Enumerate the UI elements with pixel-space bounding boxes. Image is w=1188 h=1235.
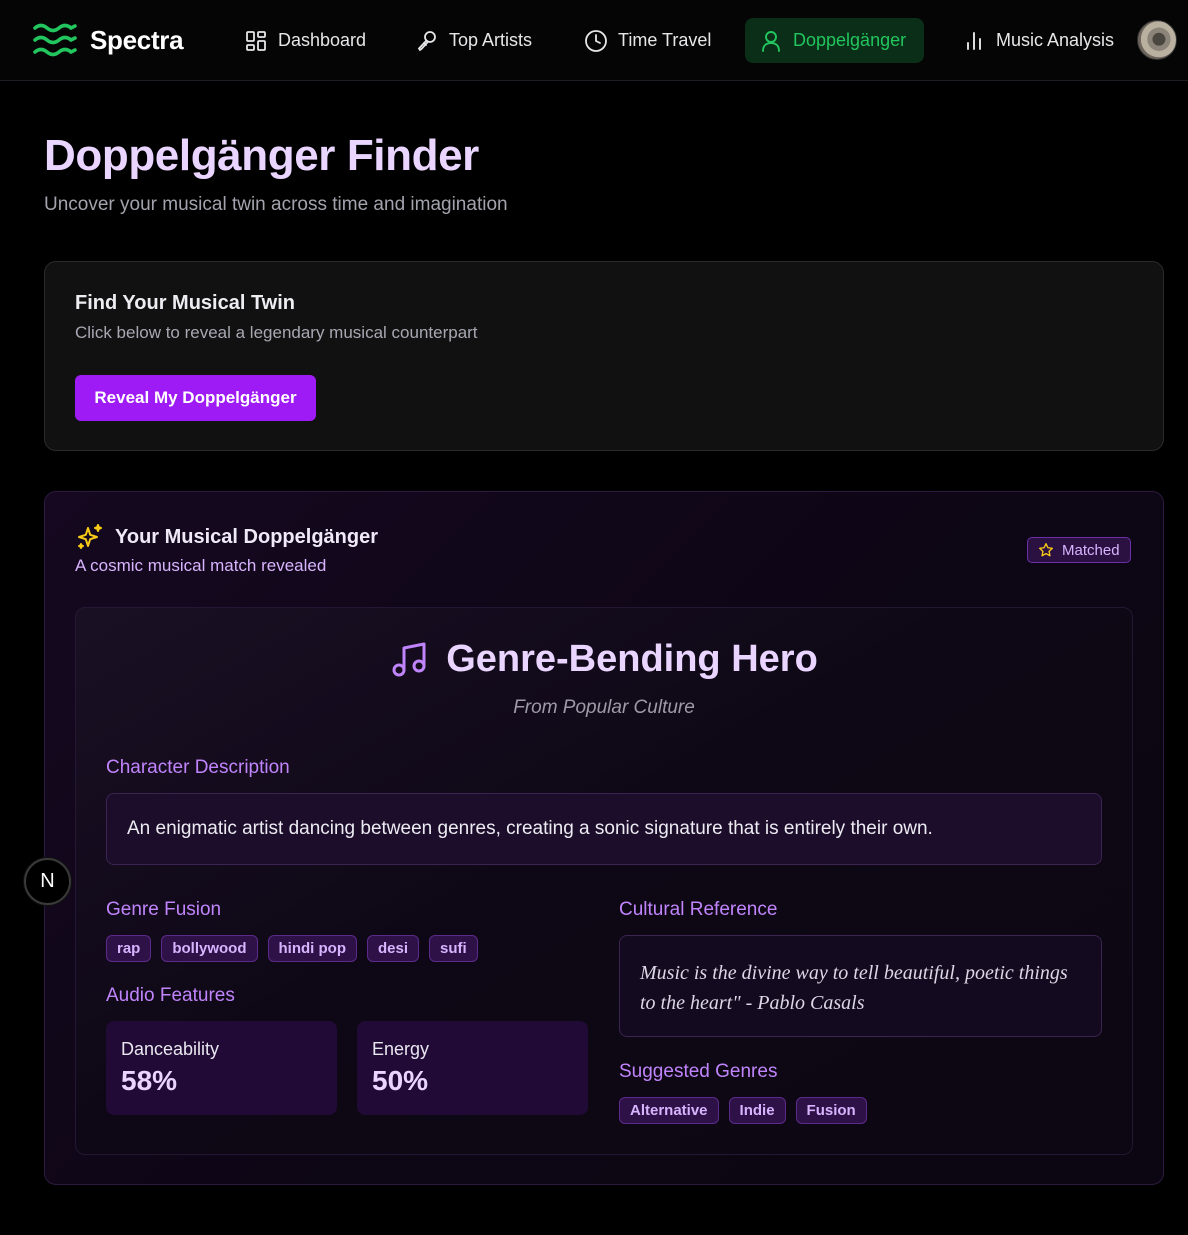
doppelganger-result-card: Your Musical Doppelgänger A cosmic music… (44, 491, 1164, 1185)
suggested-genre-tag: Alternative (619, 1097, 719, 1124)
nav-dashboard[interactable]: Dashboard (230, 18, 380, 63)
brand-name: Spectra (90, 24, 184, 55)
find-twin-description: Click below to reveal a legendary musica… (75, 323, 478, 342)
cultural-reference-label: Cultural Reference (619, 899, 778, 920)
nav-doppelganger[interactable]: Doppelgänger (745, 18, 924, 63)
star-icon (1039, 543, 1053, 557)
genre-fusion-tags: rap bollywood hindi pop desi sufi (106, 935, 478, 962)
nav-time-travel-label: Time Travel (618, 30, 712, 50)
nav-time-travel[interactable]: Time Travel (570, 18, 725, 63)
genre-tag: bollywood (161, 935, 258, 962)
genre-tag: rap (106, 935, 152, 962)
page-subtitle: Uncover your musical twin across time an… (44, 194, 508, 215)
user-avatar[interactable] (1137, 20, 1177, 60)
sparkles-icon (78, 524, 102, 549)
character-origin: From Popular Culture (513, 697, 695, 718)
character-heading: Genre-Bending Hero (76, 638, 1132, 681)
feature-value: 58% (121, 1065, 178, 1096)
result-title: Your Musical Doppelgänger (115, 525, 378, 548)
matched-badge: Matched (1027, 537, 1131, 563)
nav-doppelganger-label: Doppelgänger (793, 30, 907, 50)
audio-features-label: Audio Features (106, 985, 235, 1006)
character-card: Genre-Bending Hero From Popular Culture … (75, 607, 1133, 1155)
microphone-icon (417, 30, 436, 51)
genre-tag: hindi pop (267, 935, 357, 962)
matched-badge-label: Matched (1062, 541, 1120, 559)
suggested-genres-tags: Alternative Indie Fusion (619, 1097, 867, 1124)
energy-feature: Energy 50% (357, 1021, 588, 1115)
top-navbar: Spectra Dashboard Top Artists Time Trave… (0, 0, 1188, 81)
feature-label: Danceability (121, 1039, 220, 1059)
page-title: Doppelgänger Finder (44, 131, 479, 180)
genre-tag: sufi (429, 935, 478, 962)
character-name: Genre-Bending Hero (446, 638, 818, 680)
feature-label: Energy (372, 1039, 430, 1059)
nav-top-artists[interactable]: Top Artists (401, 18, 546, 63)
danceability-feature: Danceability 58% (106, 1021, 337, 1115)
suggested-genre-tag: Indie (728, 1097, 786, 1124)
reveal-doppelganger-button[interactable]: Reveal My Doppelgänger (75, 375, 316, 421)
character-description-label: Character Description (106, 757, 290, 778)
genre-tag: desi (367, 935, 420, 962)
feature-value: 50% (372, 1065, 429, 1096)
nav-top-artists-label: Top Artists (449, 30, 533, 50)
nav-dashboard-label: Dashboard (278, 30, 367, 50)
result-header: Your Musical Doppelgänger (75, 522, 378, 552)
find-twin-card: Find Your Musical Twin Click below to re… (44, 261, 1164, 451)
music-note-icon (392, 642, 426, 676)
brand-logo[interactable]: Spectra (32, 21, 184, 59)
nextjs-badge-letter: N (40, 870, 55, 892)
find-twin-title: Find Your Musical Twin (75, 292, 296, 314)
suggested-genre-tag: Fusion (795, 1097, 867, 1124)
suggested-genres-label: Suggested Genres (619, 1061, 778, 1082)
nav-music-analysis-label: Music Analysis (996, 30, 1115, 50)
character-description-text: An enigmatic artist dancing between genr… (127, 818, 933, 839)
bar-chart-icon (967, 31, 981, 50)
user-icon (762, 30, 780, 52)
waves-logo-icon (33, 23, 77, 57)
result-subtitle: A cosmic musical match revealed (75, 556, 327, 575)
nextjs-dev-badge[interactable]: N (24, 858, 71, 905)
genre-fusion-label: Genre Fusion (106, 899, 222, 920)
grid-icon (246, 30, 266, 51)
character-description-box: An enigmatic artist dancing between genr… (106, 793, 1102, 865)
clock-icon (585, 29, 607, 52)
cultural-reference-box: Music is the divine way to tell beautifu… (619, 935, 1102, 1037)
nav-music-analysis[interactable]: Music Analysis (948, 18, 1128, 63)
cultural-reference-quote: Music is the divine way to tell beautifu… (640, 962, 1068, 1014)
